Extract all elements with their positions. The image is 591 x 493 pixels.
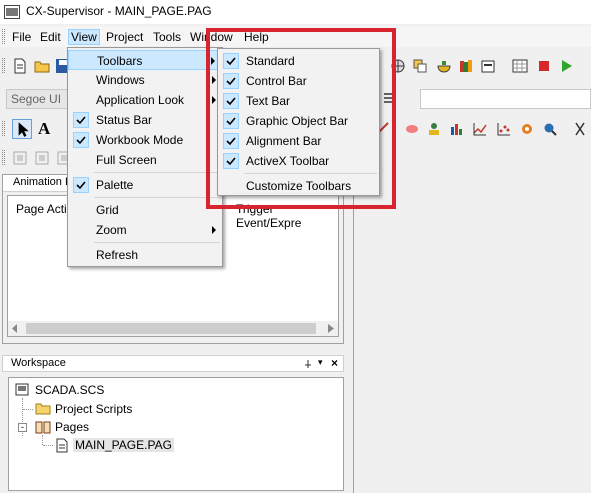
tree-item-project-scripts[interactable]: Project Scripts [55,402,132,416]
animation-editor-title: Animation E [13,176,73,188]
properties-icon[interactable] [480,58,496,74]
view-menu-full-screen-label: Full Screen [96,153,157,167]
scatter-chart-icon[interactable] [496,121,512,137]
bar-chart-icon[interactable] [449,121,465,137]
view-menu-workbook-mode[interactable]: Workbook Mode [68,130,222,150]
checkmark-icon [73,177,89,193]
menu-edit[interactable]: Edit [38,29,63,45]
page-file-icon [56,438,68,453]
style-combo[interactable] [420,89,591,109]
collapse-toggle-icon[interactable]: - [18,423,27,432]
checkmark-icon [73,112,89,128]
books-icon[interactable] [458,58,474,74]
new-file-icon[interactable] [12,58,28,74]
pages-book-icon [35,421,51,434]
view-menu-status-bar[interactable]: Status Bar [68,110,222,130]
window-title: CX-Supervisor - MAIN_PAGE.PAG [26,4,212,18]
ellipse-tool-icon[interactable] [404,121,420,137]
title-bar: CX-Supervisor - MAIN_PAGE.PAG [0,0,591,24]
toolbar-grip[interactable] [2,58,5,73]
text-tool-icon[interactable]: A [38,119,50,139]
toolbar-grip[interactable] [2,121,5,136]
folder-icon [35,403,51,415]
view-menu-full-screen[interactable]: Full Screen [68,150,222,170]
view-menu-toolbars-label: Toolbars [97,54,143,68]
menu-separator [94,197,220,198]
open-folder-icon[interactable] [34,58,50,74]
view-menu-zoom[interactable]: Zoom [68,220,222,240]
scrollbar-thumb[interactable] [26,323,316,334]
close-icon[interactable]: × [331,356,338,370]
panel-splitter[interactable] [346,172,354,493]
page-actions-header[interactable]: Page Actic [16,202,73,216]
view-menu-toolbars[interactable]: Toolbars [68,50,222,70]
view-menu-refresh[interactable]: Refresh [68,245,222,265]
select-pointer-button[interactable] [12,119,32,139]
chevron-down-icon[interactable]: ▾ [318,357,323,368]
view-menu-windows-label: Windows [96,73,145,87]
align-center-icon[interactable] [34,150,50,166]
checkmark-icon [73,132,89,148]
people-icon[interactable] [426,121,442,137]
view-menu-application-look-label: Application Look [96,93,185,107]
run-icon[interactable] [558,58,574,74]
tree-item-main-page[interactable]: MAIN_PAGE.PAG [73,438,174,452]
view-menu-workbook-mode-label: Workbook Mode [96,133,184,147]
grid-icon[interactable] [512,58,528,74]
menu-project[interactable]: Project [104,29,145,45]
gear-icon[interactable] [519,121,535,137]
view-menu-status-bar-label: Status Bar [96,113,153,127]
tree-line [42,435,43,445]
workspace-title: Workspace [11,357,66,369]
tree-item-scada[interactable]: SCADA.SCS [35,383,104,397]
horizontal-scrollbar[interactable] [8,321,338,336]
view-menu-zoom-label: Zoom [96,223,127,237]
menu-view[interactable]: View [68,29,100,45]
menu-separator [94,242,220,243]
line-chart-icon[interactable] [472,121,488,137]
align-left-icon[interactable] [12,150,28,166]
scroll-left-icon[interactable] [12,324,18,333]
view-menu-windows[interactable]: Windows [68,70,222,90]
menu-tools[interactable]: Tools [151,29,183,45]
magnifier-icon[interactable] [542,121,558,137]
view-menu-dropdown: Toolbars Windows Application Look Status… [67,47,223,267]
bowl-icon[interactable] [436,58,452,74]
workspace-header: Workspace ▾ × [2,355,344,372]
project-icon [15,383,29,396]
annotation-highlight-box [206,28,396,209]
tree-item-pages[interactable]: Pages [55,420,89,434]
tree-line [43,445,53,446]
view-menu-palette[interactable]: Palette [68,175,222,195]
app-icon [4,5,20,19]
scroll-right-icon[interactable] [328,324,334,333]
menu-file[interactable]: File [10,29,33,45]
view-menu-palette-label: Palette [96,178,134,192]
submenu-arrow-icon [212,226,216,234]
workspace-panel: Workspace ▾ × SCADA.SCS Project Scripts … [2,355,344,493]
workspace-tree[interactable]: SCADA.SCS Project Scripts - Pages MAIN_P… [8,377,344,491]
tree-line [23,409,33,410]
view-menu-application-look[interactable]: Application Look [68,90,222,110]
menu-separator [94,172,220,173]
view-menu-grid-label: Grid [96,203,119,217]
copy-objects-icon[interactable] [412,58,428,74]
pin-icon[interactable] [303,359,313,369]
menu-grip[interactable] [2,29,5,44]
cut-icon[interactable] [572,121,588,137]
stop-icon[interactable] [536,58,552,74]
view-menu-grid[interactable]: Grid [68,200,222,220]
view-menu-refresh-label: Refresh [96,248,139,262]
toolbar-grip[interactable] [2,150,5,165]
